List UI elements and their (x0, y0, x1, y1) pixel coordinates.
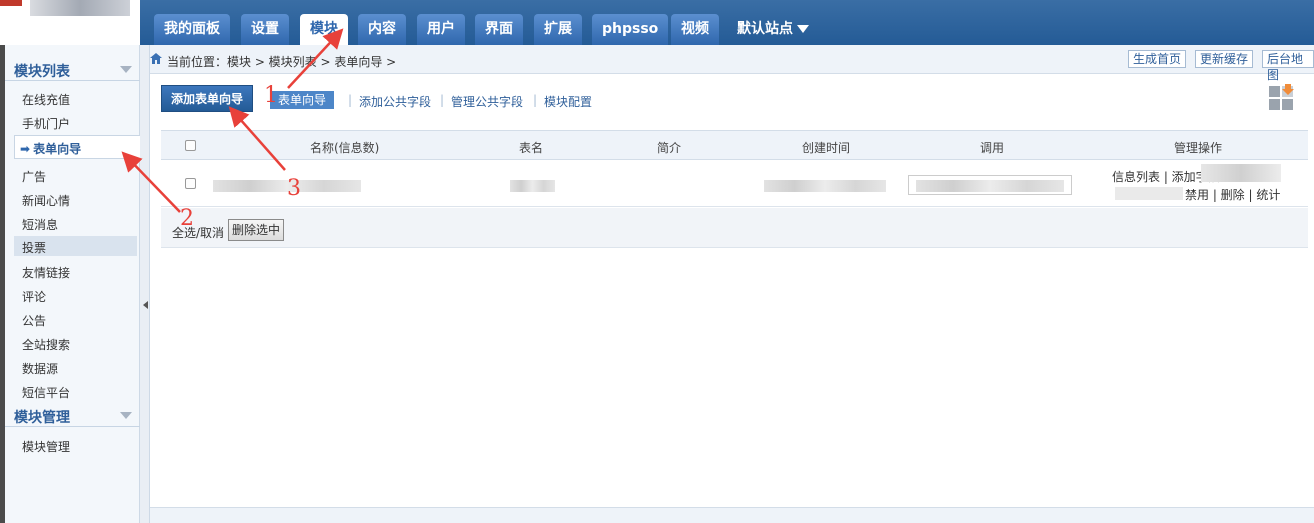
sidebar-section-module-list[interactable]: 模块列表 (5, 55, 140, 81)
sidebar-item-short-message[interactable]: 短消息 (22, 216, 58, 233)
sidebar-item-site-search[interactable]: 全站搜索 (22, 336, 70, 353)
nav-tab-my-panel[interactable]: 我的面板 (154, 14, 230, 45)
sidebar-item-friend-links[interactable]: 友情链接 (22, 264, 70, 281)
annotation-number-2: 2 (180, 206, 194, 231)
add-common-field-link[interactable]: 添加公共字段 (359, 93, 431, 110)
sidebar-item-announcement[interactable]: 公告 (22, 312, 46, 329)
add-form-wizard-button[interactable]: 添加表单向导 (161, 85, 254, 112)
top-navigation-bar: 我的面板 设置 模块 内容 用户 界面 扩展 phpsso 视频 默认站点 (0, 0, 1314, 45)
sidebar-section-title: 模块列表 (14, 64, 70, 80)
nav-tab-interface[interactable]: 界面 (475, 14, 523, 45)
nav-tab-content[interactable]: 内容 (358, 14, 406, 45)
home-icon (150, 53, 162, 64)
sidebar-item-sms-platform[interactable]: 短信平台 (22, 384, 70, 401)
blurred-ops (1201, 164, 1281, 182)
sidebar-item-vote[interactable]: 投票 (14, 236, 137, 256)
collapse-left-icon[interactable] (143, 301, 148, 309)
blurred-table-name (510, 180, 555, 192)
sidebar-item-form-wizard[interactable]: ➡ 表单向导 (14, 135, 143, 159)
logo-mark (0, 0, 22, 6)
toolbar: 添加表单向导 表单向导 | 添加公共字段 | 管理公共字段 | 模块配置 (150, 75, 1314, 125)
blurred-logo (30, 0, 130, 16)
site-select-label: 默认站点 (737, 21, 793, 37)
sidebar-item-online-recharge[interactable]: 在线充值 (22, 91, 70, 108)
nav-tab-phpsso[interactable]: phpsso (592, 14, 669, 45)
sidebar-item-news-mood[interactable]: 新闻心情 (22, 192, 70, 209)
blurred-ops (1115, 187, 1183, 200)
sidebar-splitter[interactable] (140, 45, 150, 523)
nav-tab-video[interactable]: 视频 (671, 14, 719, 45)
chevron-down-icon (797, 25, 809, 33)
nav-tab-extensions[interactable]: 扩展 (534, 14, 582, 45)
blurred-call-code (916, 180, 1064, 192)
column-header-name: 名称(信息数) (310, 141, 380, 155)
sidebar-item-ads[interactable]: 广告 (22, 168, 46, 185)
tab-form-wizard[interactable]: 表单向导 (270, 91, 335, 109)
table-row: 信息列表 | 添加字段 禁用 | 删除 | 统计 (161, 161, 1308, 207)
breadcrumb: 当前位置：模块 > 模块列表 > 表单向导 > (167, 55, 397, 69)
annotation-number-3: 3 (287, 176, 301, 201)
sidebar-section-title: 模块管理 (14, 410, 70, 426)
sidebar-item-comments[interactable]: 评论 (22, 288, 46, 305)
nav-tab-users[interactable]: 用户 (417, 14, 465, 45)
column-header-table-name: 表名 (519, 141, 544, 155)
divider: | (348, 93, 353, 107)
sidebar-item-label: 表单向导 (33, 142, 82, 156)
module-config-link[interactable]: 模块配置 (544, 93, 592, 110)
column-header-created-time: 创建时间 (802, 141, 851, 155)
nav-tab-module[interactable]: 模块 (300, 14, 348, 45)
bottom-bar (150, 507, 1314, 523)
column-header-intro: 简介 (657, 141, 682, 155)
arrow-right-icon: ➡ (20, 142, 31, 156)
column-header-operations: 管理操作 (1174, 141, 1223, 155)
collapse-arrow-icon[interactable] (120, 412, 132, 419)
layout-grid-icon[interactable] (1268, 83, 1296, 111)
logo (0, 0, 140, 45)
admin-map-button[interactable]: 后台地图 (1262, 50, 1314, 82)
divider: | (440, 93, 445, 107)
site-select[interactable]: 默认站点 (737, 18, 809, 38)
row-checkbox[interactable] (185, 178, 196, 189)
sidebar-section-module-management[interactable]: 模块管理 (5, 401, 140, 427)
nav-tab-settings[interactable]: 设置 (241, 14, 289, 45)
table-footer: 全选/取消 删除选中 (161, 208, 1308, 248)
select-all-checkbox[interactable] (185, 140, 196, 151)
breadcrumb-bar: 当前位置：模块 > 模块列表 > 表单向导 > 生成首页 更新缓存 后台地图 (150, 45, 1314, 82)
generate-homepage-button[interactable]: 生成首页 (1128, 50, 1187, 68)
delete-selected-button[interactable]: 删除选中 (228, 219, 285, 241)
annotation-number-1: 1 (264, 83, 278, 108)
update-cache-button[interactable]: 更新缓存 (1195, 50, 1254, 68)
blurred-created-time (764, 180, 886, 192)
table-header: 名称(信息数) 表名 简介 创建时间 调用 管理操作 (161, 130, 1308, 160)
sidebar-item-mobile-portal[interactable]: 手机门户 (22, 115, 70, 132)
collapse-arrow-icon[interactable] (120, 66, 132, 73)
column-header-call: 调用 (980, 141, 1005, 155)
sidebar: 模块列表 在线充值 手机门户 ➡ 表单向导 广告 新闻心情 短消息 投票 友情链接… (5, 45, 143, 523)
divider: | (533, 93, 538, 107)
manage-common-field-link[interactable]: 管理公共字段 (451, 93, 523, 110)
sidebar-item-module-management[interactable]: 模块管理 (22, 438, 70, 455)
ops-line-2[interactable]: 禁用 | 删除 | 统计 (1185, 186, 1280, 203)
sidebar-item-data-source[interactable]: 数据源 (22, 360, 58, 377)
